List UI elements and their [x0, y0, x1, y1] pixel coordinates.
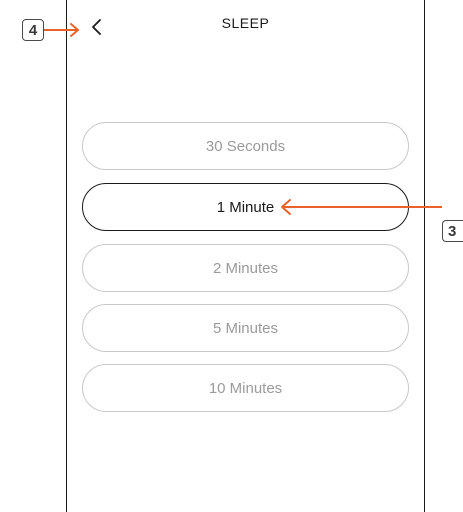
page-title: SLEEP	[221, 15, 270, 31]
callout-badge-selected-option: 3	[442, 220, 463, 242]
callout-badge-back: 4	[22, 19, 44, 41]
page: SLEEP 30 Seconds 1 Minute 2 Minutes 5 Mi…	[0, 0, 463, 512]
option-5-minutes[interactable]: 5 Minutes	[82, 304, 409, 352]
option-1-minute[interactable]: 1 Minute	[82, 183, 409, 231]
option-30-seconds[interactable]: 30 Seconds	[82, 122, 409, 170]
option-10-minutes[interactable]: 10 Minutes	[82, 364, 409, 412]
option-2-minutes[interactable]: 2 Minutes	[82, 244, 409, 292]
